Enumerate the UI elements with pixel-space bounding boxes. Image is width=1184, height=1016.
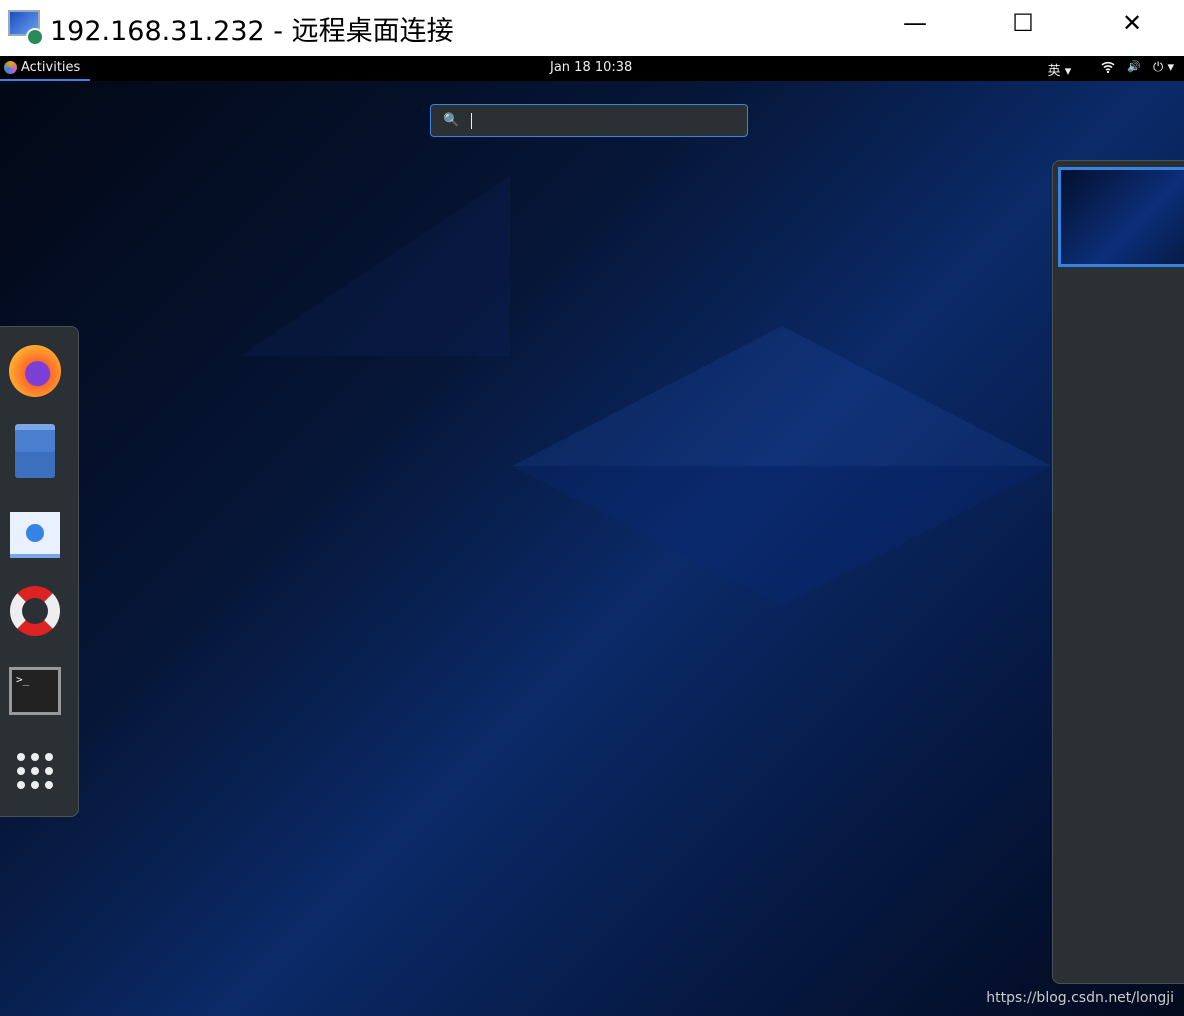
power-icon[interactable]: ⏻ ▾: [1153, 60, 1174, 79]
dock-software[interactable]: [6, 501, 64, 561]
activities-icon: [4, 61, 17, 74]
window-title: 192.168.31.232 - 远程桌面连接: [50, 15, 454, 47]
top-bar: Activities Jan 18 10:38 英 ▾ 🔊 ⏻ ▾: [0, 56, 1184, 81]
volume-icon: 🔊: [1127, 60, 1142, 73]
file-cabinet-icon: [15, 424, 55, 478]
firefox-icon: [9, 345, 61, 397]
app-grid-icon: [17, 753, 53, 789]
search-icon: 🔍: [443, 113, 460, 128]
wifi-icon: [1101, 60, 1115, 79]
system-tray[interactable]: 英 ▾ 🔊 ⏻ ▾: [1048, 60, 1174, 79]
text-cursor: [471, 112, 473, 129]
workspace-selector: [1052, 160, 1184, 984]
terminal-icon: >_: [9, 667, 61, 715]
watermark: https://blog.csdn.net/longji: [986, 990, 1174, 1006]
close-button[interactable]: ✕: [1102, 0, 1162, 46]
minimize-button[interactable]: —: [885, 0, 945, 46]
maximize-button[interactable]: ☐: [993, 0, 1053, 46]
dash-dock: >_: [0, 326, 79, 817]
search-input[interactable]: 🔍: [430, 104, 748, 137]
activities-button[interactable]: Activities: [0, 56, 91, 81]
dock-files[interactable]: [6, 421, 64, 481]
activities-label: Activities: [21, 60, 81, 75]
workspace-thumbnail[interactable]: [1058, 167, 1184, 267]
remote-desktop-icon: [6, 8, 46, 48]
input-method-indicator[interactable]: 英 ▾: [1048, 60, 1072, 79]
lifebuoy-icon: [10, 586, 60, 636]
clock[interactable]: Jan 18 10:38: [550, 60, 632, 75]
software-bag-icon: [10, 512, 60, 558]
dock-terminal[interactable]: >_: [6, 661, 64, 721]
show-applications-button[interactable]: [6, 741, 64, 801]
window-titlebar: 192.168.31.232 - 远程桌面连接 — ☐ ✕: [0, 0, 1184, 56]
desktop-overview: Activities Jan 18 10:38 英 ▾ 🔊 ⏻ ▾ 🔍 >_ h…: [0, 56, 1184, 1016]
dock-help[interactable]: [6, 581, 64, 641]
dock-firefox[interactable]: [6, 341, 64, 401]
